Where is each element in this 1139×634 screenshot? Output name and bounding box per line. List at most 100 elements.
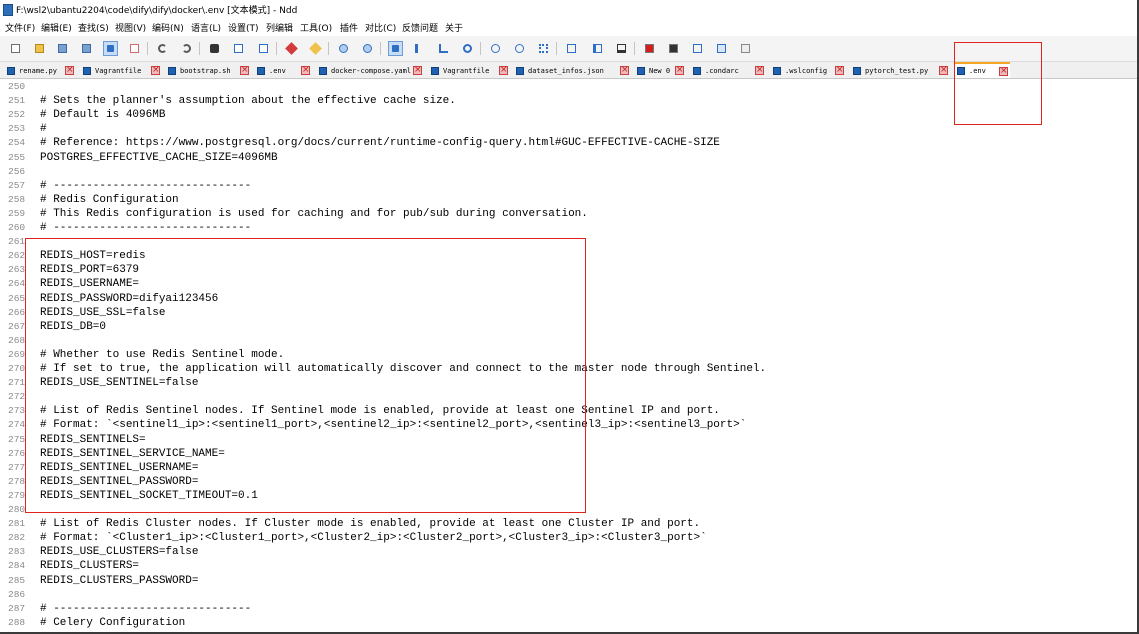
code-line[interactable]: 288 # Celery Configuration	[0, 616, 1137, 630]
stop-macro-button[interactable]	[666, 41, 681, 56]
code-line[interactable]: 253 #	[0, 122, 1137, 136]
tab-close-icon[interactable]	[620, 64, 629, 76]
code-line[interactable]: 277 REDIS_SENTINEL_USERNAME=	[0, 461, 1137, 475]
code-line[interactable]: 256	[0, 165, 1137, 179]
code-line[interactable]: 271 REDIS_USE_SENTINEL=false	[0, 376, 1137, 390]
code-line[interactable]: 270 # If set to true, the application wil…	[0, 362, 1137, 376]
compare-folder-button[interactable]	[590, 41, 605, 56]
tab-close-icon[interactable]	[755, 64, 764, 76]
file-tab[interactable]: pytorch_test.py	[850, 63, 950, 78]
code-line[interactable]: 252 # Default is 4096MB	[0, 108, 1137, 122]
code-line[interactable]: 273 # List of Redis Sentinel nodes. If Se…	[0, 404, 1137, 418]
menu-item[interactable]: 反馈问题	[402, 21, 438, 34]
code-line[interactable]: 258 # Redis Configuration	[0, 193, 1137, 207]
prev-button[interactable]	[488, 41, 503, 56]
zoom-out-button[interactable]	[360, 41, 375, 56]
code-line[interactable]: 278 REDIS_SENTINEL_PASSWORD=	[0, 475, 1137, 489]
code-line[interactable]: 261	[0, 235, 1137, 249]
tab-close-icon[interactable]	[939, 64, 948, 76]
open-folder-button[interactable]	[32, 41, 47, 56]
replace-button[interactable]	[231, 41, 246, 56]
code-line[interactable]: 283 REDIS_USE_CLUSTERS=false	[0, 545, 1137, 559]
menu-item[interactable]: 编码(N)	[152, 21, 184, 34]
tab-close-icon[interactable]	[65, 64, 74, 76]
tab-close-icon[interactable]	[675, 64, 684, 76]
code-line[interactable]: 281 # List of Redis Cluster nodes. If Clu…	[0, 517, 1137, 531]
code-line[interactable]: 282 # Format: `<Cluster1_ip>:<Cluster1_po…	[0, 531, 1137, 545]
code-line[interactable]: 251 # Sets the planner's assumption about…	[0, 94, 1137, 108]
file-tab[interactable]: rename.py	[4, 63, 76, 78]
menu-item[interactable]: 视图(V)	[115, 21, 146, 34]
find-in-files-button[interactable]	[256, 41, 271, 56]
code-line[interactable]: 276 REDIS_SENTINEL_SERVICE_NAME=	[0, 447, 1137, 461]
redo-button[interactable]	[179, 41, 194, 56]
tab-close-icon[interactable]	[499, 64, 508, 76]
code-line[interactable]: 269 # Whether to use Redis Sentinel mode.	[0, 348, 1137, 362]
file-tab[interactable]: .env	[954, 62, 1010, 78]
code-line[interactable]: 264 REDIS_USERNAME=	[0, 277, 1137, 291]
file-tab[interactable]: dataset_infos.json	[513, 63, 631, 78]
code-line[interactable]: 266 REDIS_USE_SSL=false	[0, 306, 1137, 320]
code-line[interactable]: 262 REDIS_HOST=redis	[0, 249, 1137, 263]
code-line[interactable]: 250	[0, 80, 1137, 94]
file-tab[interactable]: New 0	[634, 63, 686, 78]
code-line[interactable]: 254 # Reference: https://www.postgresql.o…	[0, 136, 1137, 150]
tab-close-icon[interactable]	[301, 64, 310, 76]
code-line[interactable]: 279 REDIS_SENTINEL_SOCKET_TIMEOUT=0.1	[0, 489, 1137, 503]
zoom-in-button[interactable]	[336, 41, 351, 56]
code-line[interactable]: 287 # ------------------------------	[0, 602, 1137, 616]
play-macro-button[interactable]	[690, 41, 705, 56]
file-tab[interactable]: Vagrantfile	[428, 63, 510, 78]
code-line[interactable]: 265 REDIS_PASSWORD=difyai123456	[0, 292, 1137, 306]
binary-button[interactable]	[536, 41, 551, 56]
word-wrap-button[interactable]	[388, 41, 403, 56]
menu-item[interactable]: 工具(O)	[300, 21, 332, 34]
menu-item[interactable]: 设置(T)	[228, 21, 259, 34]
menu-item[interactable]: 列编辑	[266, 21, 293, 34]
file-tab[interactable]: .wslconfig	[770, 63, 846, 78]
tab-close-icon[interactable]	[413, 64, 422, 76]
clear-highlight-button[interactable]	[308, 41, 323, 56]
save-all-button[interactable]	[79, 41, 94, 56]
close-all-button[interactable]	[127, 41, 142, 56]
save-button[interactable]	[55, 41, 70, 56]
file-tab[interactable]: Vagrantfile	[80, 63, 162, 78]
code-line[interactable]: 263 REDIS_PORT=6379	[0, 263, 1137, 277]
multi-doc-button[interactable]	[738, 41, 753, 56]
save-macro-button[interactable]	[714, 41, 729, 56]
code-line[interactable]: 260 # ------------------------------	[0, 221, 1137, 235]
tab-close-icon[interactable]	[835, 64, 844, 76]
menu-item[interactable]: 插件	[340, 21, 358, 34]
close-button[interactable]	[103, 41, 118, 56]
menu-item[interactable]: 关于	[445, 21, 463, 34]
monitor-button[interactable]	[614, 41, 629, 56]
file-tab[interactable]: bootstrap.sh	[165, 63, 251, 78]
menu-item[interactable]: 查找(S)	[78, 21, 109, 34]
menu-item[interactable]: 对比(C)	[365, 21, 396, 34]
undo-button[interactable]	[155, 41, 170, 56]
code-line[interactable]: 286	[0, 588, 1137, 602]
menu-item[interactable]: 文件(F)	[5, 21, 35, 34]
code-line[interactable]: 275 REDIS_SENTINELS=	[0, 433, 1137, 447]
new-file-button[interactable]	[8, 41, 23, 56]
code-line[interactable]: 267 REDIS_DB=0	[0, 320, 1137, 334]
code-line[interactable]: 284 REDIS_CLUSTERS=	[0, 559, 1137, 573]
find-button[interactable]	[207, 41, 222, 56]
file-tab[interactable]: .env	[254, 63, 312, 78]
tab-close-icon[interactable]	[240, 64, 249, 76]
compare-file-button[interactable]	[564, 41, 579, 56]
tab-close-icon[interactable]	[151, 64, 160, 76]
highlight-button[interactable]	[284, 41, 299, 56]
file-tab[interactable]: docker-compose.yaml	[316, 63, 424, 78]
code-line[interactable]: 259 # This Redis configuration is used fo…	[0, 207, 1137, 221]
show-symbols-button[interactable]	[412, 41, 427, 56]
indent-guide-button[interactable]	[436, 41, 451, 56]
code-line[interactable]: 255 POSTGRES_EFFECTIVE_CACHE_SIZE=4096MB	[0, 151, 1137, 165]
menu-item[interactable]: 编辑(E)	[41, 21, 72, 34]
record-macro-button[interactable]	[642, 41, 657, 56]
file-tab[interactable]: .condarc	[690, 63, 766, 78]
focus-button[interactable]	[460, 41, 475, 56]
editor[interactable]: 250 251 # Sets the planner's assumption ab…	[0, 79, 1137, 632]
code-line[interactable]: 268	[0, 334, 1137, 348]
next-button[interactable]	[512, 41, 527, 56]
